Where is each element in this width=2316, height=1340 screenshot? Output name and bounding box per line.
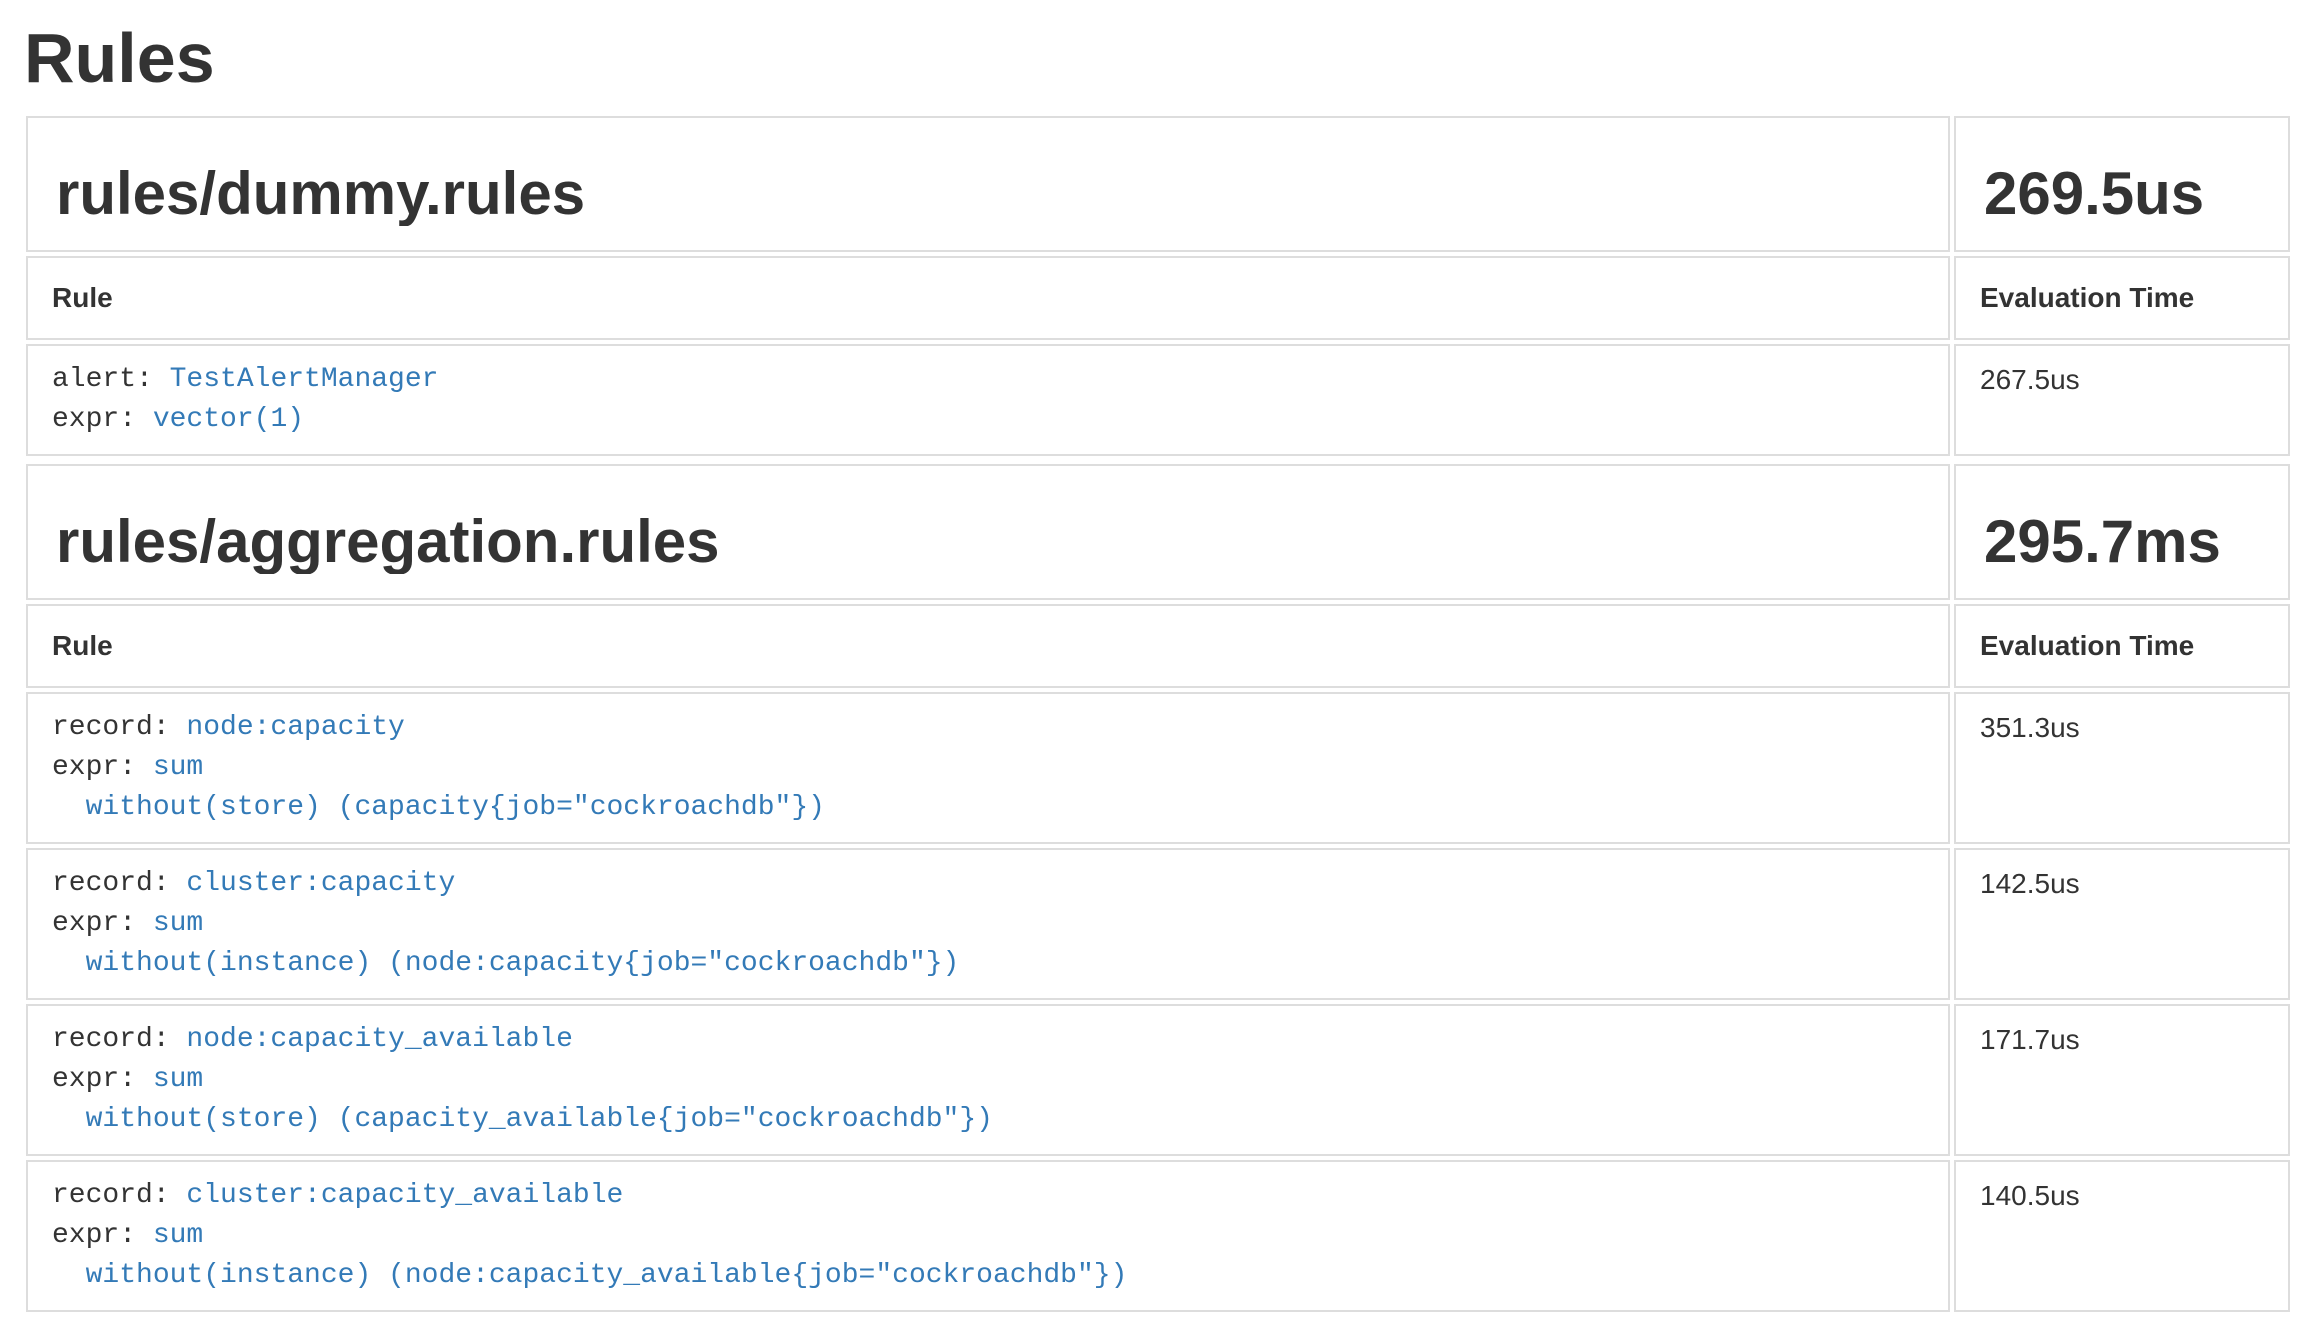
rule-column-header: Rule [26, 256, 1950, 340]
code-text: alert: [52, 364, 170, 395]
rule-row: record: node:capacityexpr: sum without(s… [26, 692, 2290, 844]
rule-group-table: rules/aggregation.rules 295.7ms RuleEvalua… [22, 460, 2294, 1316]
code-text [52, 1104, 86, 1135]
page-title: Rules [24, 18, 2294, 98]
group-eval-time: 269.5us [1984, 162, 2268, 226]
code-text [52, 792, 86, 823]
rule-row: record: cluster:capacity_availableexpr: … [26, 1160, 2290, 1312]
code-line: expr: sum [52, 1060, 1928, 1100]
rule-code: record: node:capacityexpr: sum without(s… [52, 708, 1928, 828]
code-text [52, 948, 86, 979]
group-eval-time-cell: 295.7ms [1954, 464, 2290, 600]
expr-link[interactable]: vector(1) [153, 404, 304, 435]
code-line: without(store) (capacity_available{job="… [52, 1100, 1928, 1140]
group-name: rules/aggregation.rules [56, 510, 1928, 574]
expr-link[interactable]: cluster:capacity [186, 868, 455, 899]
code-line: without(instance) (node:capacity{job="co… [52, 944, 1928, 984]
group-eval-time-cell: 269.5us [1954, 116, 2290, 252]
eval-time-value: 140.5us [1980, 1176, 2268, 1216]
eval-time-cell: 351.3us [1954, 692, 2290, 844]
eval-time-cell: 140.5us [1954, 1160, 2290, 1312]
code-line: expr: sum [52, 1216, 1928, 1256]
eval-time-value: 351.3us [1980, 708, 2268, 748]
rule-column-header: Rule [26, 604, 1950, 688]
code-text [52, 1260, 86, 1291]
rules-page: Rules rules/dummy.rules269.5usRuleEvalua… [0, 18, 2316, 1316]
code-text: expr: [52, 908, 153, 939]
expr-link[interactable]: node:capacity_available [186, 1024, 572, 1055]
code-line: record: node:capacity [52, 708, 1928, 748]
group-name-cell: rules/aggregation.rules [26, 464, 1950, 600]
expr-link[interactable]: without(instance) (node:capacity{job="co… [86, 948, 960, 979]
code-text: expr: [52, 752, 153, 783]
code-text: expr: [52, 1064, 153, 1095]
column-header-row: RuleEvaluation Time [26, 604, 2290, 688]
eval-time-cell: 171.7us [1954, 1004, 2290, 1156]
eval-time-cell: 267.5us [1954, 344, 2290, 456]
code-line: expr: sum [52, 748, 1928, 788]
expr-link[interactable]: sum [153, 1064, 203, 1095]
expr-link[interactable]: sum [153, 752, 203, 783]
code-line: expr: sum [52, 904, 1928, 944]
expr-link[interactable]: without(store) (capacity_available{job="… [86, 1104, 993, 1135]
eval-time-column-header: Evaluation Time [1954, 256, 2290, 340]
group-header-row: rules/dummy.rules 269.5us [26, 116, 2290, 252]
code-line: without(instance) (node:capacity_availab… [52, 1256, 1928, 1296]
rule-cell: record: node:capacity_availableexpr: sum… [26, 1004, 1950, 1156]
expr-link[interactable]: without(instance) (node:capacity_availab… [86, 1260, 1128, 1291]
expr-link[interactable]: node:capacity [186, 712, 404, 743]
rule-cell: alert: TestAlertManagerexpr: vector(1) [26, 344, 1950, 456]
rule-cell: record: node:capacityexpr: sum without(s… [26, 692, 1950, 844]
rule-code: alert: TestAlertManagerexpr: vector(1) [52, 360, 1928, 440]
rule-code: record: node:capacity_availableexpr: sum… [52, 1020, 1928, 1140]
code-line: record: cluster:capacity [52, 864, 1928, 904]
group-eval-time: 295.7ms [1984, 510, 2268, 574]
code-line: expr: vector(1) [52, 400, 1928, 440]
eval-time-value: 267.5us [1980, 360, 2268, 400]
code-text: expr: [52, 404, 153, 435]
expr-link[interactable]: cluster:capacity_available [186, 1180, 623, 1211]
expr-link[interactable]: sum [153, 1220, 203, 1251]
code-text: record: [52, 712, 186, 743]
eval-time-value: 171.7us [1980, 1020, 2268, 1060]
eval-time-column-header: Evaluation Time [1954, 604, 2290, 688]
rule-row: record: node:capacity_availableexpr: sum… [26, 1004, 2290, 1156]
code-text: expr: [52, 1220, 153, 1251]
rule-row: alert: TestAlertManagerexpr: vector(1)26… [26, 344, 2290, 456]
code-line: without(store) (capacity{job="cockroachd… [52, 788, 1928, 828]
rule-code: record: cluster:capacity_availableexpr: … [52, 1176, 1928, 1296]
rule-cell: record: cluster:capacity_availableexpr: … [26, 1160, 1950, 1312]
rule-row: record: cluster:capacityexpr: sum withou… [26, 848, 2290, 1000]
eval-time-value: 142.5us [1980, 864, 2268, 904]
rule-cell: record: cluster:capacityexpr: sum withou… [26, 848, 1950, 1000]
column-header-row: RuleEvaluation Time [26, 256, 2290, 340]
eval-time-cell: 142.5us [1954, 848, 2290, 1000]
expr-link[interactable]: TestAlertManager [170, 364, 439, 395]
rule-group-table: rules/dummy.rules 269.5us RuleEvaluation T… [22, 112, 2294, 460]
group-header-row: rules/aggregation.rules 295.7ms [26, 464, 2290, 600]
code-text: record: [52, 1180, 186, 1211]
code-text: record: [52, 1024, 186, 1055]
group-name: rules/dummy.rules [56, 162, 1928, 226]
code-text: record: [52, 868, 186, 899]
code-line: record: cluster:capacity_available [52, 1176, 1928, 1216]
group-name-cell: rules/dummy.rules [26, 116, 1950, 252]
expr-link[interactable]: sum [153, 908, 203, 939]
rule-groups: rules/dummy.rules269.5usRuleEvaluation T… [22, 112, 2294, 1316]
code-line: alert: TestAlertManager [52, 360, 1928, 400]
rule-code: record: cluster:capacityexpr: sum withou… [52, 864, 1928, 984]
code-line: record: node:capacity_available [52, 1020, 1928, 1060]
expr-link[interactable]: without(store) (capacity{job="cockroachd… [86, 792, 825, 823]
